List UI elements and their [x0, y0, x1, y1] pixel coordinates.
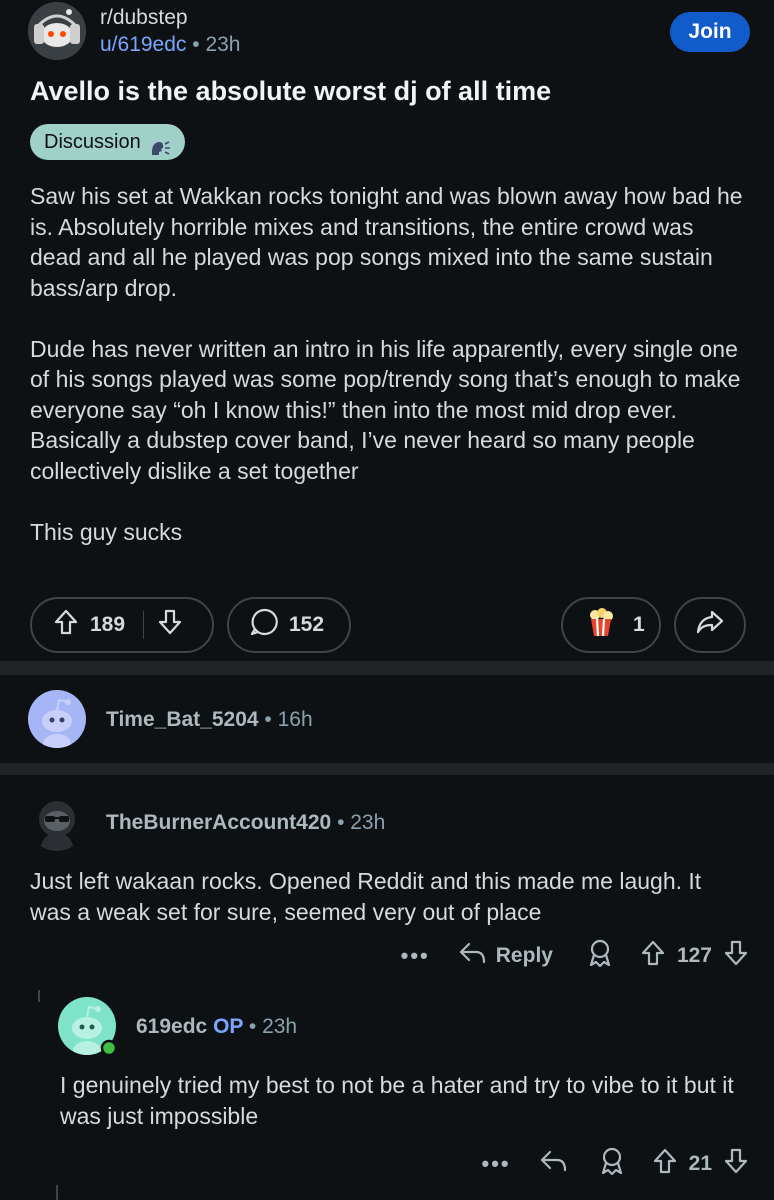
post-paragraph: Saw his set at Wakkan rocks tonight and …	[30, 183, 743, 301]
popcorn-award-icon	[587, 607, 615, 643]
post-paragraph: Dude has never written an intro in his l…	[30, 335, 741, 484]
comment-actions: ••• 21	[482, 1147, 748, 1181]
comment-time: 23h	[262, 1015, 298, 1038]
reply-button[interactable]: Reply	[496, 944, 553, 968]
post-title: Avello is the absolute worst dj of all t…	[30, 76, 552, 106]
post-header: r/dubstep u/619edc • 23h Join	[28, 0, 750, 64]
upvote-icon[interactable]	[54, 609, 78, 641]
op-badge: OP	[213, 1015, 244, 1038]
post-flair[interactable]: Discussion	[30, 124, 185, 160]
subreddit-name[interactable]: r/dubstep	[100, 6, 188, 30]
avatar[interactable]	[28, 793, 86, 851]
comment-author-line: 619edc OP • 23h	[136, 1015, 297, 1039]
post-action-row: 189 152 1	[30, 597, 746, 653]
speaking-head-icon	[149, 133, 171, 155]
vote-count: 127	[676, 944, 712, 967]
comment-body: I genuinely tried my best to not be a ha…	[60, 1072, 734, 1129]
comment-author[interactable]: 619edc	[136, 1015, 207, 1038]
meta-separator: •	[337, 811, 351, 834]
share-icon	[695, 609, 725, 641]
section-divider	[0, 763, 774, 775]
meta-separator: •	[264, 708, 278, 731]
post-paragraph: This guy sucks	[30, 518, 183, 545]
downvote-icon[interactable]	[724, 940, 748, 972]
comment-time: 16h	[277, 708, 313, 731]
vote-separator	[143, 611, 145, 639]
upvote-icon[interactable]	[641, 940, 665, 972]
downvote-icon[interactable]	[158, 609, 182, 641]
award-count: 1	[633, 613, 645, 636]
more-options-icon[interactable]: •••	[482, 1151, 511, 1177]
thread-line	[38, 990, 40, 1002]
comment-actions: ••• Reply 127	[401, 939, 748, 973]
vote-count: 21	[688, 1152, 712, 1175]
comment-author-line: TheBurnerAccount420 • 23h	[106, 811, 385, 835]
upvote-count: 189	[90, 613, 126, 636]
comment-author[interactable]: TheBurnerAccount420	[106, 811, 331, 834]
flair-label: Discussion	[44, 131, 141, 153]
meta-separator: •	[248, 1015, 263, 1038]
award-icon[interactable]	[599, 1147, 625, 1181]
reply-icon[interactable]	[539, 1149, 567, 1179]
avatar[interactable]	[58, 997, 118, 1057]
join-button[interactable]: Join	[670, 12, 750, 52]
post-time: 23h	[205, 33, 241, 56]
comment-collapsed[interactable]: Time_Bat_5204 • 16h	[28, 690, 748, 748]
thread-line	[56, 1185, 58, 1200]
vote-control: 189	[30, 597, 214, 653]
comment-author[interactable]: Time_Bat_5204	[106, 708, 259, 731]
comment-body: Just left wakaan rocks. Opened Reddit an…	[30, 868, 702, 925]
post-author[interactable]: u/619edc	[100, 33, 186, 56]
upvote-icon[interactable]	[653, 1148, 677, 1180]
comment-count: 152	[289, 613, 325, 636]
award-icon[interactable]	[587, 939, 613, 973]
comment-icon	[249, 607, 279, 643]
subreddit-avatar[interactable]	[28, 2, 86, 60]
more-options-icon[interactable]: •••	[401, 943, 430, 969]
meta-separator: •	[192, 33, 206, 56]
comment-author-line: Time_Bat_5204 • 16h	[106, 708, 313, 732]
post-body: Saw his set at Wakkan rocks tonight and …	[30, 181, 750, 578]
section-divider	[0, 661, 774, 675]
reply-icon[interactable]	[458, 941, 486, 971]
post-meta: u/619edc • 23h	[100, 33, 241, 57]
comment-reply: 619edc OP • 23h I genuinely tried my bes…	[58, 997, 748, 1187]
comment-time: 23h	[350, 811, 386, 834]
comment: TheBurnerAccount420 • 23h Just left waka…	[28, 793, 748, 973]
share-button[interactable]	[674, 597, 746, 653]
avatar[interactable]	[28, 690, 86, 748]
comments-button[interactable]: 152	[227, 597, 351, 653]
award-button[interactable]: 1	[561, 597, 661, 653]
downvote-icon[interactable]	[724, 1148, 748, 1180]
